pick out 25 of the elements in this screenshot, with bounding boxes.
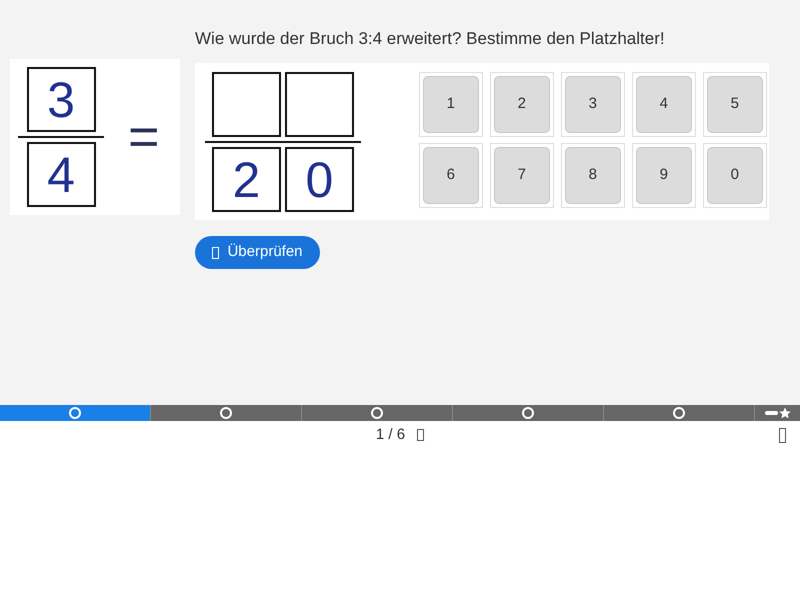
number-tile[interactable]: 7: [494, 147, 550, 204]
star-icon[interactable]: [764, 407, 792, 419]
number-tile[interactable]: 4: [636, 76, 692, 133]
numerator-digit: 3: [26, 67, 96, 132]
answer-slot[interactable]: [212, 72, 281, 137]
question-text: Wie wurde der Bruch 3:4 erweitert? Bestimme den Platzhalter!: [195, 28, 665, 50]
number-tile[interactable]: 2: [494, 76, 550, 133]
check-button[interactable]: Überprüfen: [195, 236, 320, 269]
denominator-digit: 2: [212, 147, 281, 212]
number-tile[interactable]: 6: [422, 147, 479, 204]
box-icon[interactable]: [779, 428, 786, 442]
number-tile[interactable]: 9: [636, 147, 692, 204]
number-tile[interactable]: 1: [422, 76, 479, 133]
denominator-digit: 4: [26, 142, 96, 207]
number-tile[interactable]: 0: [706, 147, 763, 204]
progress-segment[interactable]: [0, 405, 151, 421]
denominator-digit: 0: [284, 147, 354, 212]
page-counter: 1 / 6: [376, 424, 406, 445]
box-icon: [212, 246, 220, 258]
number-tile[interactable]: 8: [564, 147, 621, 204]
box-icon: [417, 429, 424, 441]
number-tile[interactable]: 5: [706, 76, 763, 133]
equals-sign: =: [128, 110, 160, 164]
answer-slot[interactable]: [284, 72, 354, 137]
number-tile[interactable]: 3: [564, 76, 621, 133]
